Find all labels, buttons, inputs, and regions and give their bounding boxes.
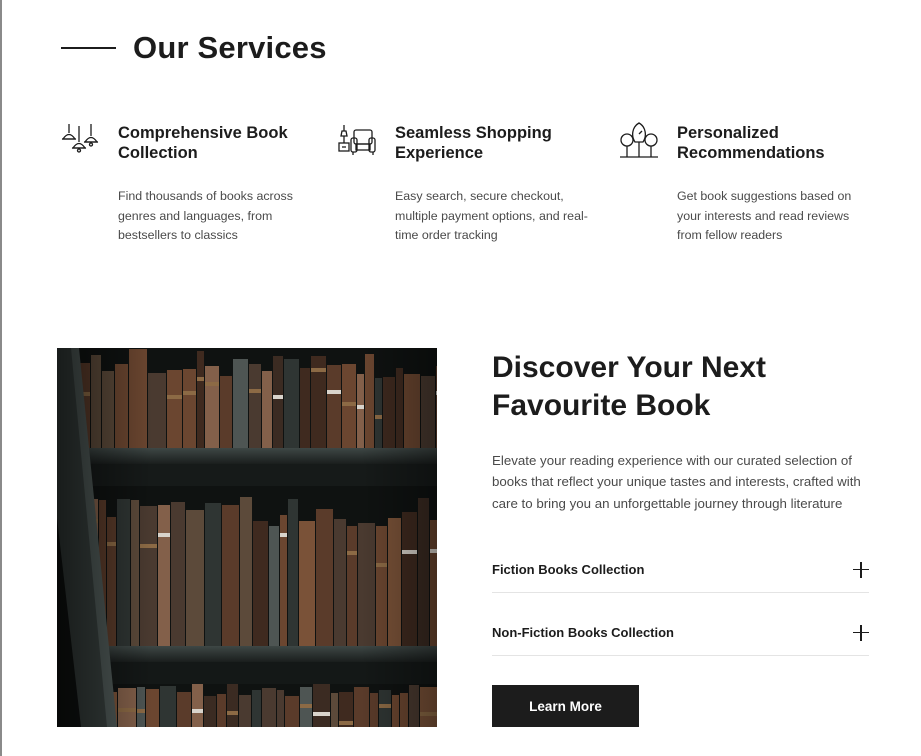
discover-title: Discover Your Next Favourite Book <box>492 351 766 422</box>
trees-icon <box>619 122 661 162</box>
service-description: Get book suggestions based on your inter… <box>677 189 852 242</box>
accordion-fiction[interactable]: Fiction Books Collection <box>492 547 869 593</box>
service-title: Personalized Recommendations <box>677 124 825 162</box>
service-description: Find thousands of books across genres an… <box>118 189 293 242</box>
services-heading: Our Services <box>61 30 327 66</box>
service-title: Seamless Shopping Experience <box>395 124 552 162</box>
page-left-border <box>0 0 2 756</box>
heading-accent-line <box>61 47 116 49</box>
accordion-non-fiction[interactable]: Non-Fiction Books Collection <box>492 610 869 656</box>
accordion-label: Fiction Books Collection <box>492 562 645 577</box>
accordion-label: Non-Fiction Books Collection <box>492 625 674 640</box>
plus-icon[interactable] <box>853 561 869 578</box>
section-title: Our Services <box>133 30 327 65</box>
plus-icon[interactable] <box>853 624 869 641</box>
armchair-reading-icon <box>338 122 380 162</box>
discover-description: Elevate your reading experience with our… <box>492 453 861 511</box>
hanging-lamps-icon <box>61 122 103 162</box>
bookshelf-photo <box>57 348 437 727</box>
service-title: Comprehensive Book Collection <box>118 124 288 162</box>
service-description: Easy search, secure checkout, multiple p… <box>395 189 588 242</box>
learn-more-button[interactable]: Learn More <box>492 685 639 727</box>
